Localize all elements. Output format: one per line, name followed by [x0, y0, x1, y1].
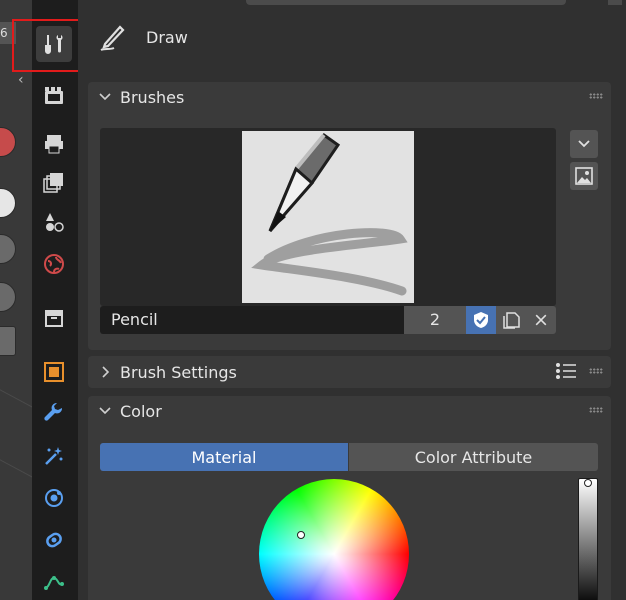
options-button[interactable]: [608, 0, 622, 5]
color-mode-attribute[interactable]: Color Attribute: [349, 443, 598, 471]
preset-list-icon[interactable]: [555, 362, 577, 380]
color-panel-header[interactable]: Color: [88, 396, 611, 426]
panel-title: Brushes: [120, 87, 185, 107]
value-slider-cursor[interactable]: [584, 479, 592, 487]
grid-line: [0, 455, 32, 486]
world-icon[interactable]: [36, 246, 72, 282]
drag-grip-icon[interactable]: [589, 368, 603, 374]
collapse-arrow-icon[interactable]: ‹: [18, 72, 24, 88]
gizmo-x-icon[interactable]: [0, 127, 16, 157]
chevron-right-icon: [102, 366, 110, 378]
duplicate-icon[interactable]: [496, 306, 526, 334]
brushes-panel-header[interactable]: Brushes: [88, 82, 611, 112]
brush-image-button[interactable]: [570, 162, 598, 190]
color-value-slider[interactable]: [578, 478, 598, 600]
view-layer-icon[interactable]: [36, 164, 72, 200]
drag-grip-icon[interactable]: [589, 93, 603, 99]
zoom-icon[interactable]: [0, 188, 16, 218]
active-tab-highlight: [12, 19, 87, 72]
viewport-edge[interactable]: 6 ‹: [0, 0, 32, 600]
object-data-icon[interactable]: [36, 564, 72, 600]
grid-line: [0, 385, 32, 416]
tool-header: Draw: [78, 12, 188, 62]
camera-view-icon[interactable]: [0, 282, 16, 312]
constraints-icon[interactable]: [36, 522, 72, 558]
brush-settings-panel: Brush Settings: [88, 356, 611, 388]
output-icon[interactable]: [36, 126, 72, 162]
brush-settings-header[interactable]: Brush Settings: [88, 356, 611, 388]
color-wheel-cursor[interactable]: [297, 531, 305, 539]
color-mode-material[interactable]: Material: [100, 443, 348, 471]
grid-view-icon[interactable]: [0, 326, 16, 356]
close-icon[interactable]: [526, 306, 556, 334]
panel-title: Color: [120, 401, 162, 421]
brush-preview-area[interactable]: [100, 128, 556, 306]
scene-icon[interactable]: [36, 204, 72, 240]
modifier-wrench-icon[interactable]: [36, 396, 72, 432]
drag-grip-icon[interactable]: [589, 407, 603, 413]
chevron-down-icon: [99, 93, 111, 101]
fake-user-shield-icon[interactable]: [466, 306, 496, 334]
brushes-panel: Brushes Pencil 2: [88, 82, 611, 350]
pencil-icon: [100, 25, 125, 51]
properties-tab-bar: [32, 0, 78, 600]
brush-datablock-row: Pencil 2: [100, 306, 556, 334]
search-field[interactable]: [246, 0, 566, 5]
collection-icon[interactable]: [36, 300, 72, 336]
brush-thumbnail[interactable]: [242, 131, 414, 303]
object-icon[interactable]: [36, 354, 72, 390]
particles-icon[interactable]: [36, 438, 72, 474]
physics-icon[interactable]: [36, 480, 72, 516]
tool-mode-label: Draw: [146, 27, 188, 47]
image-icon: [575, 167, 593, 185]
hand-pan-icon[interactable]: [0, 234, 16, 264]
brush-users-count[interactable]: 2: [404, 306, 466, 334]
panel-title: Brush Settings: [120, 362, 237, 382]
brush-name-field[interactable]: Pencil: [100, 306, 404, 334]
chevron-down-icon: [578, 140, 590, 148]
render-icon[interactable]: [36, 78, 72, 114]
chevron-down-icon: [99, 407, 111, 415]
brush-menu-button[interactable]: [570, 130, 598, 158]
